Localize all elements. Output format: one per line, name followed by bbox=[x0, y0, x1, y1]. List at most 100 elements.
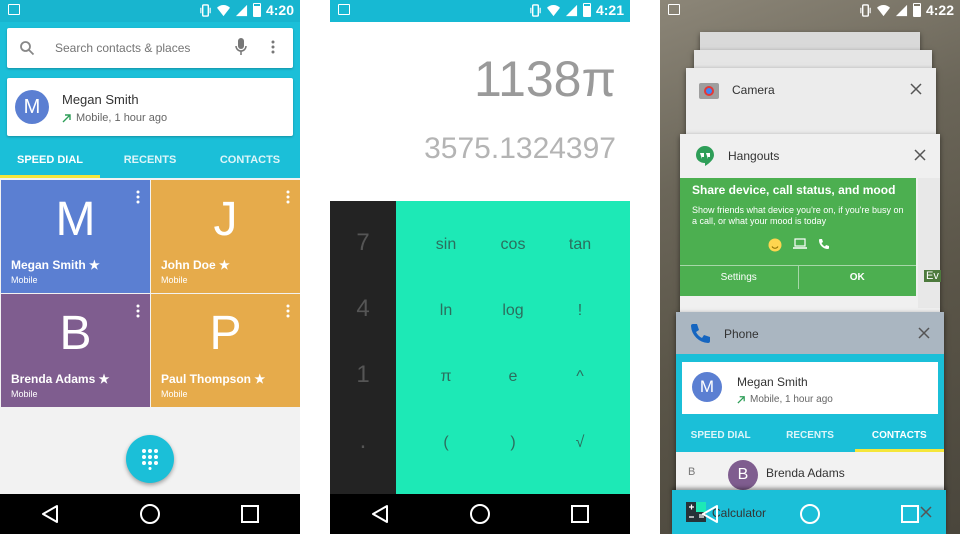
home-icon bbox=[470, 504, 490, 524]
back-button[interactable] bbox=[30, 494, 70, 534]
key-log[interactable]: log bbox=[480, 302, 546, 320]
dialer-tabs: SPEED DIAL RECENTS CONTACTS bbox=[0, 148, 300, 178]
avatar: B bbox=[728, 460, 758, 490]
recent-call-card[interactable]: M Megan Smith Mobile, 1 hour ago bbox=[7, 78, 293, 136]
ok-button[interactable]: OK bbox=[799, 266, 917, 289]
recents-button[interactable] bbox=[890, 494, 930, 534]
key-1[interactable]: 1 bbox=[330, 361, 396, 389]
hangouts-icon bbox=[696, 146, 714, 166]
key-ln[interactable]: ln bbox=[413, 302, 479, 320]
more-vert-icon[interactable] bbox=[271, 40, 275, 54]
back-button[interactable] bbox=[690, 494, 730, 534]
key-open-paren[interactable]: ( bbox=[413, 434, 479, 452]
home-button[interactable] bbox=[130, 494, 170, 534]
more-vert-icon[interactable] bbox=[136, 304, 140, 318]
call-detail: Mobile, 1 hour ago bbox=[737, 394, 833, 405]
search-icon bbox=[20, 41, 35, 56]
home-button[interactable] bbox=[460, 494, 500, 534]
signal-icon bbox=[565, 4, 578, 16]
mood-smiley-icon bbox=[768, 238, 782, 252]
home-button[interactable] bbox=[790, 494, 830, 534]
key-7[interactable]: 7 bbox=[330, 229, 396, 257]
speed-dial-tile[interactable]: J John Doe ★ Mobile bbox=[151, 180, 300, 293]
battery-icon bbox=[252, 3, 261, 17]
contact-name: Megan Smith bbox=[62, 92, 139, 107]
recents-button[interactable] bbox=[560, 494, 600, 534]
close-icon[interactable] bbox=[910, 83, 922, 95]
microphone-icon[interactable] bbox=[235, 38, 247, 56]
card-header: Camera bbox=[686, 68, 936, 112]
search-box[interactable] bbox=[7, 28, 293, 68]
tab-speed-dial[interactable]: SPEED DIAL bbox=[0, 148, 100, 178]
tile-name: Paul Thompson ★ bbox=[161, 372, 266, 386]
key-close-paren[interactable]: ) bbox=[480, 434, 546, 452]
key-tan[interactable]: tan bbox=[547, 236, 613, 254]
search-input[interactable] bbox=[55, 41, 215, 55]
key-pi[interactable]: π bbox=[413, 368, 479, 386]
call-detail-text: Mobile, 1 hour ago bbox=[76, 112, 168, 124]
speed-dial-tile[interactable]: M Megan Smith ★ Mobile bbox=[1, 180, 150, 293]
more-vert-icon[interactable] bbox=[286, 304, 290, 318]
key-power[interactable]: ^ bbox=[547, 368, 613, 386]
key-decimal[interactable]: . bbox=[330, 427, 396, 455]
list-section-letter: B bbox=[688, 466, 696, 478]
dialpad-icon bbox=[142, 449, 158, 470]
tab-contacts[interactable]: CONTACTS bbox=[200, 148, 300, 178]
notification-image-icon bbox=[338, 4, 350, 15]
status-time: 4:21 bbox=[595, 2, 624, 18]
close-icon[interactable] bbox=[914, 149, 926, 161]
calculator-result: 3575.1324397 bbox=[424, 132, 616, 165]
speed-dial-tile[interactable]: P Paul Thompson ★ Mobile bbox=[151, 294, 300, 407]
recents-button[interactable] bbox=[230, 494, 270, 534]
settings-button[interactable]: Settings bbox=[680, 266, 799, 289]
dialer-tabs: SPEED DIAL RECENTS CONTACTS bbox=[676, 424, 944, 452]
tile-letter: J bbox=[213, 193, 238, 246]
recents-icon bbox=[571, 505, 589, 523]
recents-icon bbox=[901, 505, 919, 523]
back-button[interactable] bbox=[360, 494, 400, 534]
phone-call-icon bbox=[819, 239, 829, 249]
vibrate-icon bbox=[200, 3, 211, 17]
key-sin[interactable]: sin bbox=[413, 236, 479, 254]
close-icon[interactable] bbox=[918, 327, 930, 339]
vibrate-icon bbox=[860, 3, 871, 17]
key-cos[interactable]: cos bbox=[480, 236, 546, 254]
key-factorial[interactable]: ! bbox=[547, 302, 613, 320]
status-time: 4:20 bbox=[265, 2, 294, 18]
tab-recents: RECENTS bbox=[786, 430, 834, 441]
battery-icon bbox=[582, 3, 591, 17]
key-e[interactable]: e bbox=[480, 368, 546, 386]
key-4[interactable]: 4 bbox=[330, 295, 396, 323]
signal-icon bbox=[235, 4, 248, 16]
tile-type: Mobile bbox=[11, 275, 38, 285]
promo-headline: Share device, call status, and mood bbox=[692, 183, 896, 197]
dialpad-fab-button[interactable] bbox=[126, 435, 174, 483]
key-sqrt[interactable]: √ bbox=[547, 434, 613, 452]
outgoing-call-arrow-icon bbox=[737, 396, 745, 404]
recent-call-card: M Megan Smith Mobile, 1 hour ago bbox=[682, 362, 938, 414]
card-title: Phone bbox=[724, 327, 759, 341]
back-icon bbox=[372, 505, 388, 523]
vibrate-icon bbox=[530, 3, 541, 17]
speed-dial-tile[interactable]: B Brenda Adams ★ Mobile bbox=[1, 294, 150, 407]
navigation-bar bbox=[660, 494, 960, 534]
camera-icon bbox=[699, 83, 719, 99]
call-detail: Mobile, 1 hour ago bbox=[62, 112, 167, 124]
navigation-bar bbox=[0, 494, 300, 534]
battery-icon bbox=[912, 3, 921, 17]
more-vert-icon[interactable] bbox=[136, 190, 140, 204]
outgoing-call-arrow-icon bbox=[62, 114, 71, 123]
status-time: 4:22 bbox=[925, 2, 954, 18]
phone-app-preview: M Megan Smith Mobile, 1 hour ago SPEED D… bbox=[676, 354, 944, 494]
tab-recents[interactable]: RECENTS bbox=[100, 148, 200, 178]
numeric-keypad: 7 4 1 . bbox=[330, 201, 396, 494]
laptop-icon bbox=[793, 238, 807, 249]
back-icon bbox=[42, 505, 58, 523]
camera-app-card[interactable]: Camera bbox=[686, 68, 936, 138]
contact-name: Megan Smith bbox=[737, 375, 808, 389]
more-vert-icon[interactable] bbox=[286, 190, 290, 204]
home-icon bbox=[800, 504, 820, 524]
phone-icon bbox=[691, 324, 710, 343]
navigation-bar bbox=[330, 494, 630, 534]
back-icon bbox=[702, 505, 718, 523]
